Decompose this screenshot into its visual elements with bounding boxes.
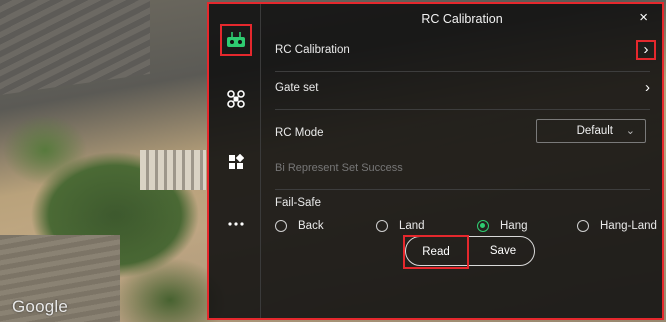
fail-safe-option-land[interactable]: Land	[376, 220, 425, 232]
page-title: RC Calibration	[421, 12, 503, 26]
rc-mode-select[interactable]: Default ⌄	[536, 119, 646, 143]
radio-button[interactable]	[376, 220, 388, 232]
radio-label: Hang	[500, 220, 528, 232]
read-button[interactable]: Read	[403, 235, 469, 269]
sidebar-item-more[interactable]	[223, 211, 249, 237]
radio-button[interactable]	[577, 220, 589, 232]
fail-safe-option-back[interactable]: Back	[275, 220, 324, 232]
sidebar-item-apps[interactable]	[223, 149, 249, 175]
rc-mode-row: RC Mode Default ⌄	[275, 119, 650, 147]
status-message: Bi Represent Set Success	[275, 162, 403, 174]
sidebar-item-rc[interactable]	[220, 24, 252, 56]
radio-button[interactable]	[275, 220, 287, 232]
map-provider-logo: Google	[12, 297, 69, 316]
building-roof	[0, 0, 150, 95]
settings-sidebar	[209, 4, 261, 318]
fail-safe-heading-row: Fail-Safe	[275, 197, 650, 213]
grid-apps-icon	[228, 154, 244, 170]
chevron-right-icon[interactable]: ›	[645, 80, 650, 96]
rc-controller-icon	[226, 31, 246, 49]
read-save-button-group: Read Save	[403, 235, 535, 269]
fail-safe-option-hang[interactable]: Hang	[477, 220, 528, 232]
radio-label: Back	[298, 220, 324, 232]
fail-safe-label: Fail-Safe	[275, 197, 322, 209]
radio-label: Hang-Land	[600, 220, 657, 232]
gate-set-label: Gate set	[275, 82, 319, 94]
more-dots-icon	[228, 222, 244, 226]
settings-content: RC Calibration × RC Calibration › Gate s…	[262, 4, 662, 318]
chevron-down-icon: ⌄	[625, 125, 635, 137]
close-icon[interactable]: ×	[639, 10, 648, 26]
sidebar-item-aircraft[interactable]	[223, 86, 249, 112]
radio-label: Land	[399, 220, 425, 232]
sheds	[140, 150, 206, 190]
fail-safe-option-hang-land[interactable]: Hang-Land	[577, 220, 657, 232]
chevron-right-icon[interactable]: ›	[636, 40, 656, 60]
rc-calibration-label: RC Calibration	[275, 44, 350, 56]
drone-icon	[227, 90, 245, 108]
rc-mode-label: RC Mode	[275, 127, 324, 139]
rc-mode-value: Default	[576, 125, 613, 137]
status-row: Bi Represent Set Success	[275, 162, 650, 190]
gate-set-row[interactable]: Gate set ›	[275, 80, 650, 110]
save-button[interactable]: Save	[472, 237, 534, 265]
rc-calibration-row[interactable]: RC Calibration ›	[275, 40, 656, 72]
settings-panel: RC Calibration × RC Calibration › Gate s…	[207, 2, 664, 320]
radio-button-selected[interactable]	[477, 220, 489, 232]
